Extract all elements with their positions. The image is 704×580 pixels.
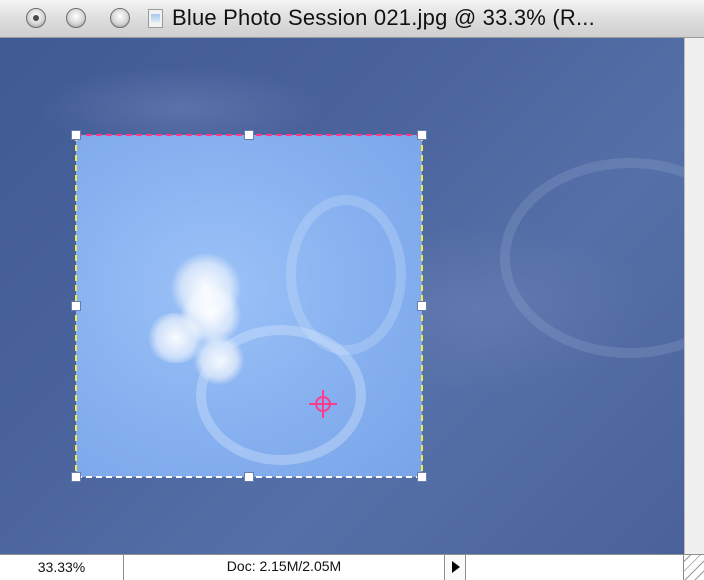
handle-top-middle[interactable] bbox=[244, 130, 254, 140]
title-bar: Blue Photo Session 021.jpg @ 33.3% (R... bbox=[0, 0, 704, 38]
document-size-info: Doc: 2.15M/2.05M bbox=[226, 558, 342, 574]
zoom-button[interactable] bbox=[110, 8, 130, 28]
document-icon[interactable] bbox=[148, 9, 163, 28]
minimize-button[interactable] bbox=[66, 8, 86, 28]
image-canvas[interactable] bbox=[0, 38, 684, 554]
horizontal-scrollbar[interactable] bbox=[466, 555, 684, 580]
status-bar: 33.33% Doc: 2.15M/2.05M bbox=[0, 554, 704, 580]
handle-middle-left[interactable] bbox=[71, 301, 81, 311]
handle-top-right[interactable] bbox=[417, 130, 427, 140]
handle-bottom-left[interactable] bbox=[71, 472, 81, 482]
handle-bottom-right[interactable] bbox=[417, 472, 427, 482]
cloud-wisp bbox=[286, 195, 406, 355]
handle-top-left[interactable] bbox=[71, 130, 81, 140]
window-title: Blue Photo Session 021.jpg @ 33.3% (R... bbox=[172, 5, 595, 30]
background-cloud-wisp bbox=[500, 158, 684, 358]
close-button[interactable] bbox=[26, 8, 46, 28]
transform-selection[interactable] bbox=[75, 134, 423, 478]
vertical-scrollbar[interactable] bbox=[684, 38, 704, 554]
status-menu-arrow-icon[interactable] bbox=[444, 555, 466, 580]
center-point-icon[interactable] bbox=[309, 390, 337, 418]
resize-grip-icon[interactable] bbox=[684, 555, 704, 580]
zoom-level-field[interactable]: 33.33% bbox=[0, 555, 124, 580]
handle-bottom-middle[interactable] bbox=[244, 472, 254, 482]
handle-middle-right[interactable] bbox=[417, 301, 427, 311]
close-icon bbox=[33, 15, 39, 21]
